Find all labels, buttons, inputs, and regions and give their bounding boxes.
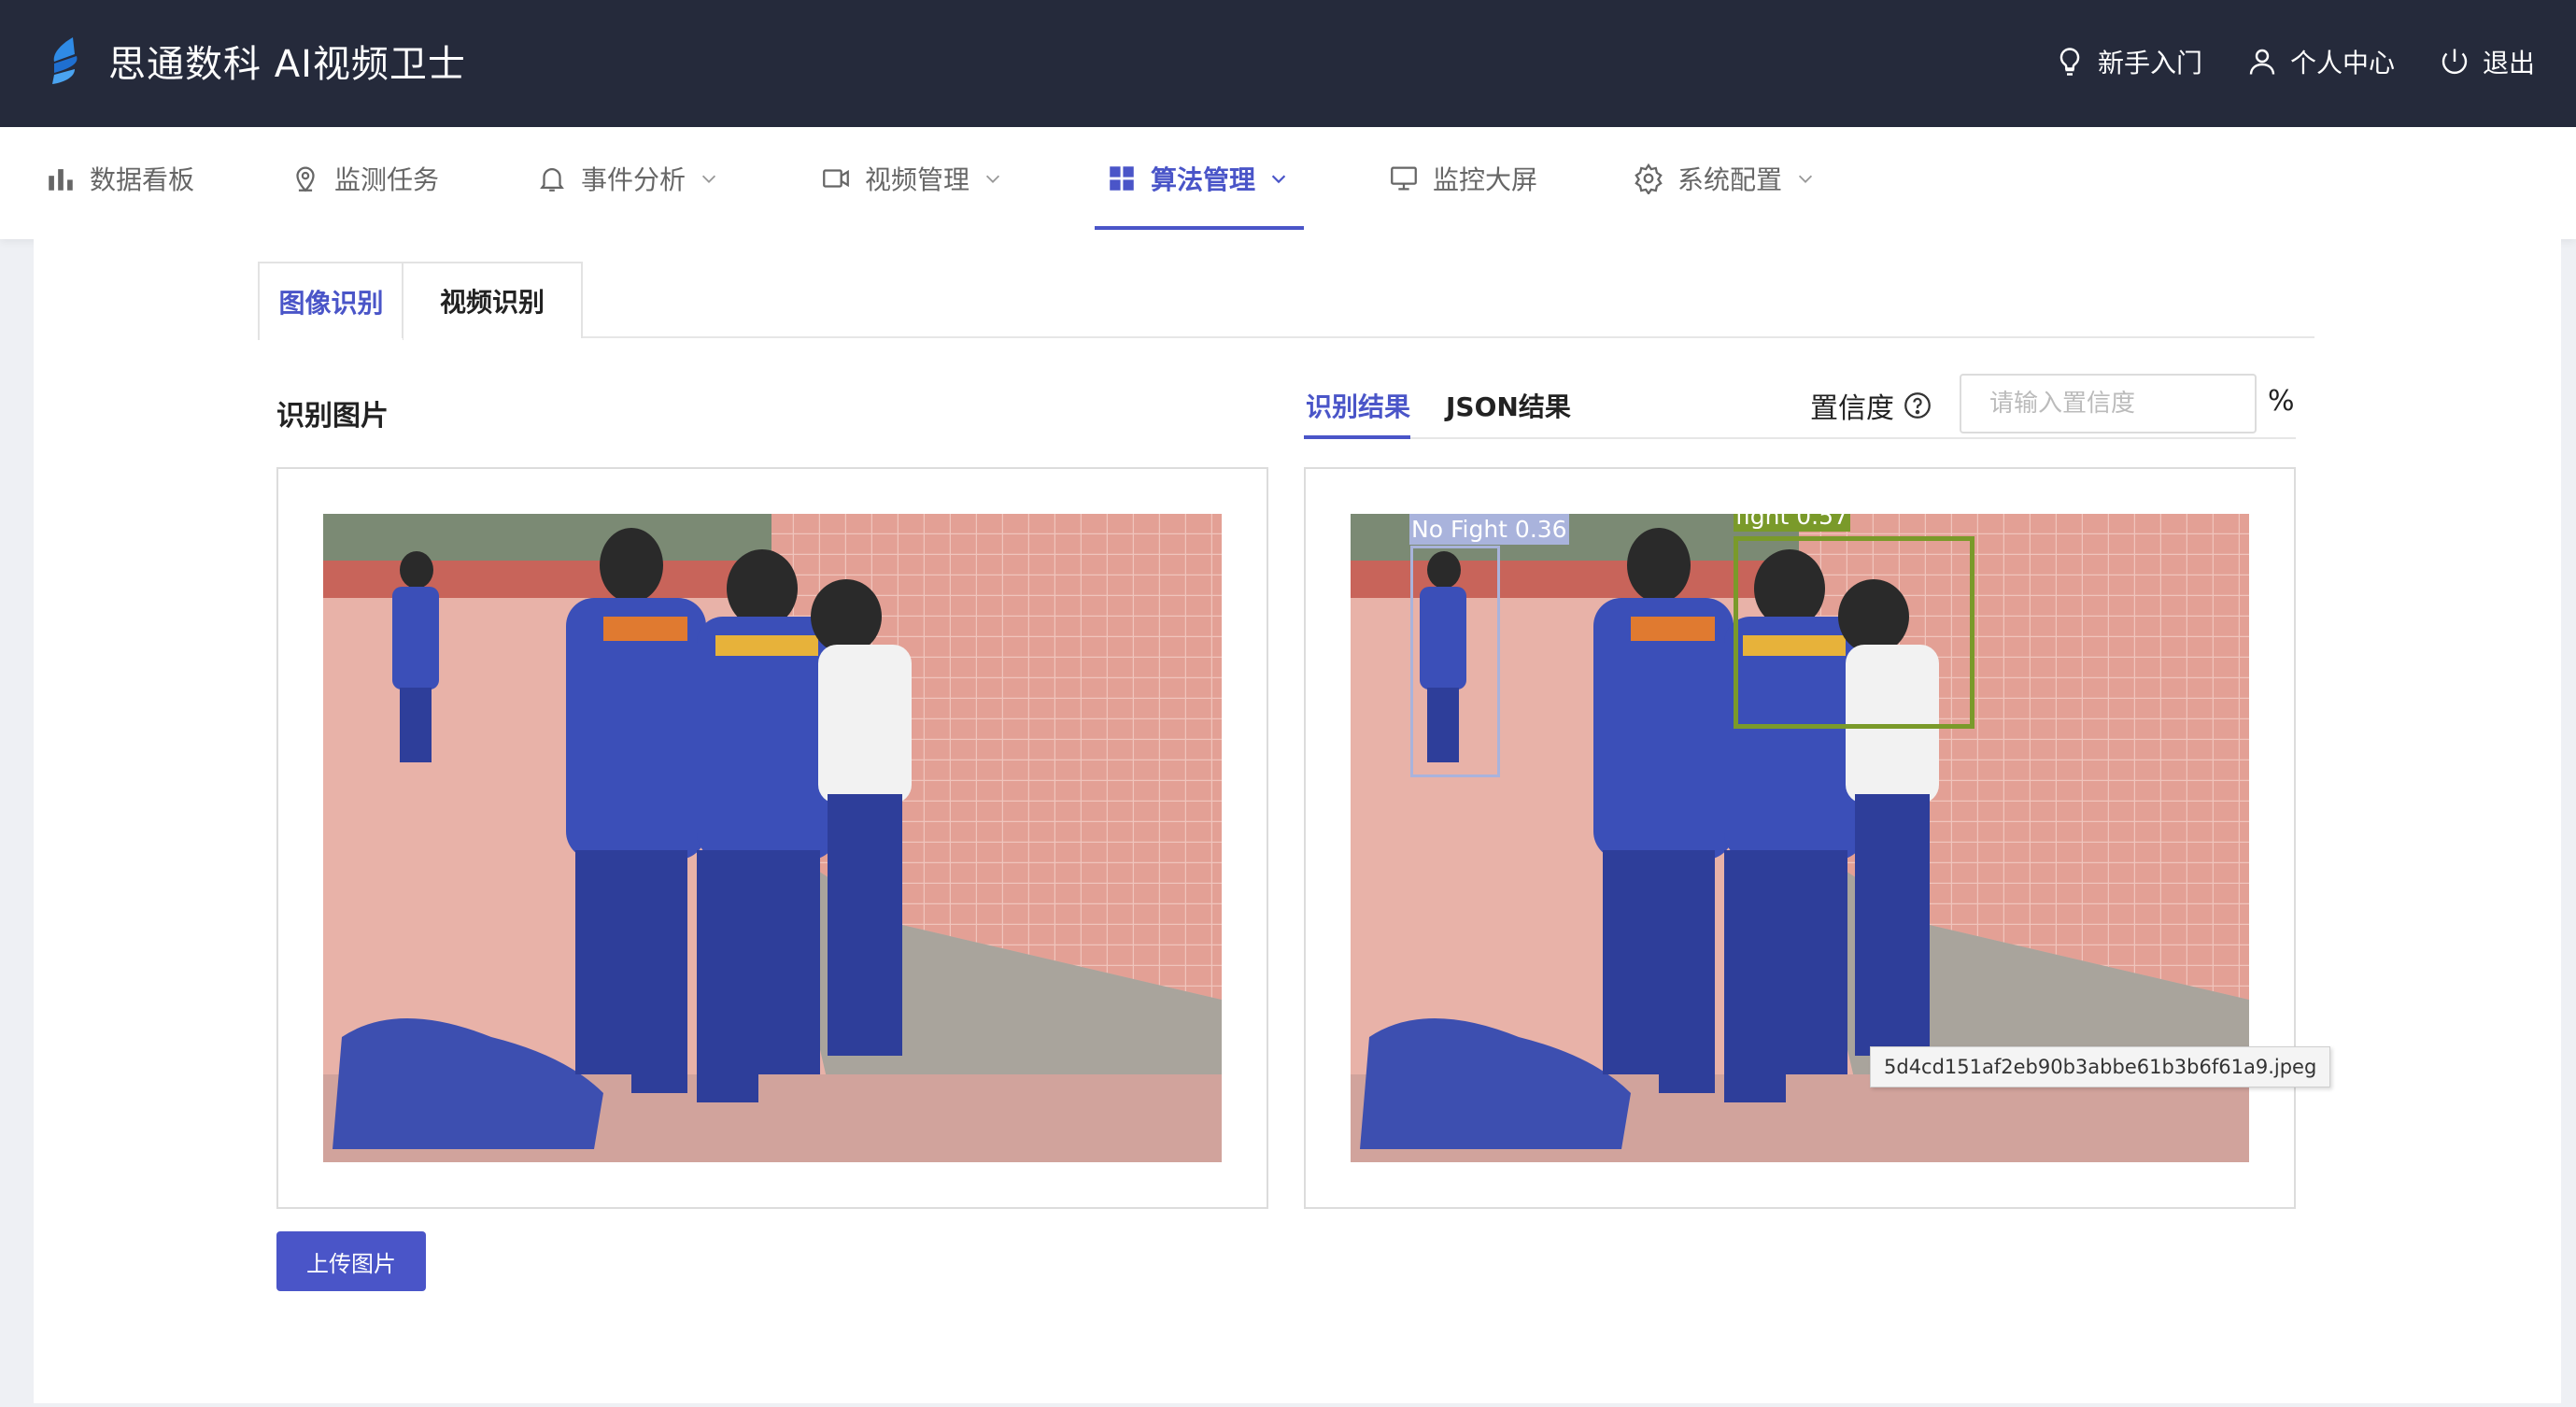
- confidence-input[interactable]: [1960, 374, 2257, 433]
- bar-chart-icon: [49, 169, 73, 191]
- logout-link[interactable]: 退出: [2438, 43, 2535, 80]
- recognition-tabs: 图像识别 视频识别: [258, 262, 2314, 340]
- tab-recognition-result[interactable]: 识别结果: [1306, 387, 1410, 424]
- chevron-down-icon: [985, 175, 1000, 183]
- logo-icon: [52, 37, 78, 84]
- lightbulb-icon: [2059, 48, 2080, 76]
- grid-icon: [1110, 166, 1134, 191]
- brand-title: 思通数科 AI视频卫士: [108, 43, 466, 86]
- bell-icon: [540, 168, 564, 192]
- chevron-down-icon: [1271, 175, 1286, 184]
- detection-box-no-fight: [1410, 546, 1500, 777]
- nav-item-system-config[interactable]: 系统配置: [1633, 127, 1816, 230]
- chevron-down-icon: [701, 175, 716, 183]
- profile-label: 个人中心: [2289, 48, 2395, 78]
- nav-item-event-analysis[interactable]: 事件分析: [536, 127, 719, 230]
- nav-label: 监控大屏: [1433, 164, 1538, 195]
- nav-label: 系统配置: [1677, 164, 1783, 195]
- tab-image-recognition[interactable]: 图像识别: [258, 262, 403, 340]
- detection-box-fight: [1734, 536, 1974, 729]
- nav-label: 监测任务: [334, 164, 440, 195]
- help-circle-icon[interactable]: [1902, 390, 1933, 421]
- confidence-label: 置信度: [1810, 392, 1894, 425]
- power-icon: [2442, 49, 2468, 75]
- video-camera-icon: [823, 169, 849, 188]
- logout-label: 退出: [2482, 48, 2535, 78]
- chevron-down-icon: [1798, 175, 1813, 183]
- filename-tooltip: 5d4cd151af2eb90b3abbe61b3b6f61a9.jpeg: [1870, 1046, 2331, 1087]
- nav-label: 视频管理: [865, 164, 970, 195]
- person-middle: [1593, 528, 1734, 1093]
- active-nav-indicator: [1095, 226, 1304, 230]
- nav-item-monitor-tasks[interactable]: 监测任务: [290, 127, 439, 230]
- nav-item-monitor-screen[interactable]: 监控大屏: [1388, 127, 1537, 230]
- header-actions: 新手入门 个人中心 退出: [2010, 41, 2535, 82]
- tab-video-recognition[interactable]: 视频识别: [402, 262, 583, 338]
- upload-image-button[interactable]: 上传图片: [276, 1231, 426, 1291]
- profile-link[interactable]: 个人中心: [2245, 43, 2395, 80]
- active-result-tab-indicator: [1304, 435, 1410, 439]
- getting-started-label: 新手入门: [2097, 48, 2202, 78]
- monitor-icon: [1391, 166, 1417, 191]
- nav-item-video-management[interactable]: 视频管理: [820, 127, 1003, 230]
- nav-item-algorithm-management[interactable]: 算法管理: [1106, 127, 1289, 230]
- nav-label: 算法管理: [1151, 164, 1256, 195]
- main-nav: 数据看板 监测任务 事件分析 视频管理 算法管理 监控大屏 系统配置: [0, 127, 2576, 239]
- detection-label-no-fight: No Fight 0.36: [1409, 514, 1569, 545]
- location-pin-icon: [296, 166, 315, 192]
- gear-icon: [1635, 163, 1663, 194]
- original-photo: [323, 514, 1222, 1162]
- getting-started-link[interactable]: 新手入门: [2053, 43, 2202, 80]
- confidence-unit: %: [2268, 385, 2295, 418]
- top-header: 思通数科 AI视频卫士 新手入门 个人中心 退出: [0, 0, 2576, 127]
- user-icon: [2249, 49, 2275, 75]
- nav-label: 事件分析: [581, 164, 686, 195]
- confidence-label-group: 置信度: [1810, 385, 1933, 426]
- tab-json-result[interactable]: JSON结果: [1446, 387, 1571, 424]
- person-middle: [566, 528, 706, 1093]
- original-image-panel: [276, 467, 1268, 1209]
- result-image-panel: No Fight 0.36 fight 0.57: [1304, 467, 2296, 1209]
- result-tabs-divider: [1304, 437, 2296, 439]
- nav-label: 数据看板: [90, 164, 195, 195]
- nav-item-dashboard[interactable]: 数据看板: [45, 127, 194, 230]
- input-image-title: 识别图片: [276, 400, 389, 433]
- detection-label-fight: fight 0.57: [1734, 514, 1850, 532]
- scene-illustration: [323, 514, 1222, 1162]
